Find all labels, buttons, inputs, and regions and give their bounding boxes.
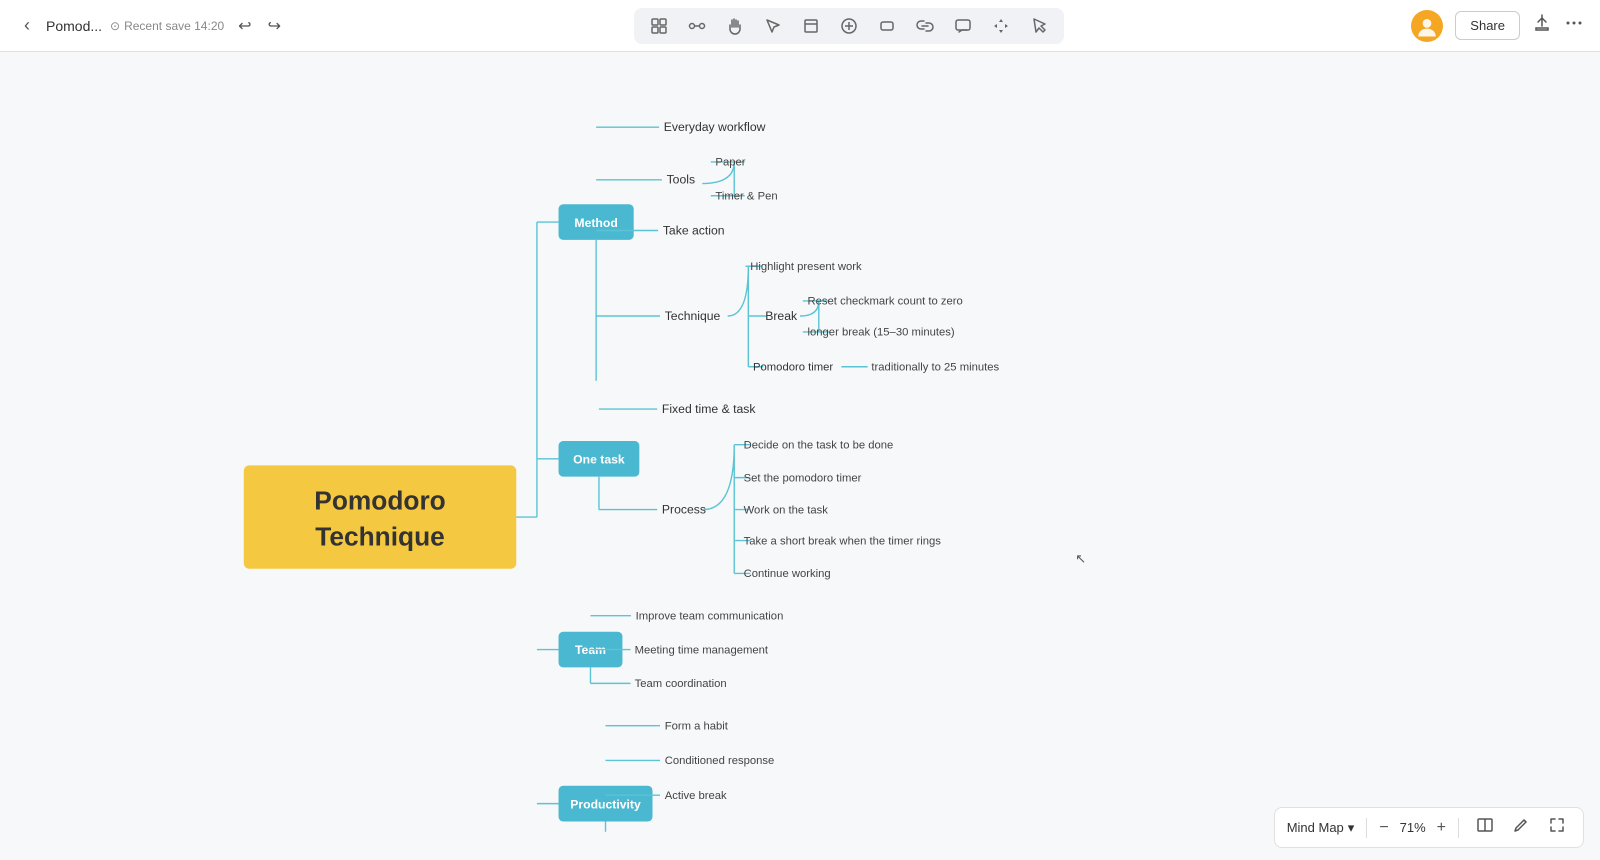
- highlight-label: Highlight present work: [750, 261, 862, 273]
- set-timer-label: Set the pomodoro timer: [744, 472, 862, 484]
- traditionally-label: traditionally to 25 minutes: [871, 362, 999, 374]
- divider: [1366, 818, 1367, 838]
- take-action-label: Take action: [663, 223, 725, 237]
- top-bar: ‹ Pomod... ⊙ Recent save 14:20 ↩ ↪: [0, 0, 1600, 52]
- avatar: [1411, 10, 1443, 42]
- export-button[interactable]: [1532, 13, 1552, 38]
- meeting-time-label: Meeting time management: [635, 644, 769, 656]
- share-button[interactable]: Share: [1455, 11, 1520, 40]
- select-tool-button[interactable]: [642, 12, 676, 40]
- tools-label: Tools: [667, 173, 696, 187]
- comment-tool-button[interactable]: [946, 12, 980, 40]
- shape-tool-button[interactable]: [870, 12, 904, 40]
- hand-tool-button[interactable]: [718, 12, 752, 40]
- zoom-controls: − 71% +: [1379, 819, 1446, 837]
- undo-button[interactable]: ↩: [232, 12, 257, 40]
- bottom-bar: Mind Map ▾ − 71% +: [1274, 807, 1584, 848]
- back-button[interactable]: ‹: [16, 11, 38, 40]
- break-label: Break: [765, 309, 798, 323]
- process-label: Process: [662, 502, 706, 516]
- continue-working-label: Continue working: [744, 568, 831, 580]
- check-icon: ⊙: [110, 19, 120, 33]
- one-task-label: One task: [573, 453, 625, 467]
- decide-task-label: Decide on the task to be done: [744, 439, 894, 451]
- work-task-label: Work on the task: [744, 504, 829, 516]
- divider2: [1458, 818, 1459, 838]
- form-habit-label: Form a habit: [665, 720, 729, 732]
- method-label: Method: [574, 216, 617, 230]
- fixed-time-label: Fixed time & task: [662, 402, 756, 416]
- move-tool-button[interactable]: [984, 12, 1018, 40]
- technique-label: Technique: [665, 309, 721, 323]
- link-tool-button[interactable]: [908, 12, 942, 40]
- active-break-label: Active break: [665, 790, 727, 802]
- redo-button[interactable]: ↪: [262, 12, 287, 40]
- timer-pen-label: Timer & Pen: [715, 191, 777, 203]
- productivity-label: Productivity: [570, 797, 641, 811]
- paper-label: Paper: [715, 157, 745, 169]
- document-title: Pomod...: [46, 18, 102, 34]
- frame-tool-button[interactable]: [794, 12, 828, 40]
- topbar-right: Share: [1411, 10, 1584, 42]
- topbar-left: ‹ Pomod... ⊙ Recent save 14:20 ↩ ↪: [16, 11, 287, 40]
- cursor-position: ↖: [1075, 551, 1086, 566]
- improve-team-label: Improve team communication: [636, 610, 784, 622]
- mode-selector[interactable]: Mind Map ▾: [1287, 820, 1355, 836]
- root-label-line1: Pomodoro: [314, 486, 445, 516]
- chevron-down-icon: ▾: [1348, 820, 1355, 836]
- toolbar: [634, 8, 1064, 44]
- zoom-in-button[interactable]: +: [1437, 819, 1446, 837]
- cursor-tool-button[interactable]: [1022, 12, 1056, 40]
- more-button[interactable]: [1564, 13, 1584, 38]
- root-label-line2: Technique: [315, 521, 445, 551]
- save-info: ⊙ Recent save 14:20: [110, 19, 224, 33]
- reset-checkmark-label: Reset checkmark count to zero: [808, 296, 963, 308]
- split-view-button[interactable]: [1471, 814, 1499, 841]
- undo-redo-group: ↩ ↪: [232, 12, 287, 40]
- fullscreen-button[interactable]: [1543, 814, 1571, 841]
- zoom-out-button[interactable]: −: [1379, 819, 1388, 837]
- mode-label-text: Mind Map: [1287, 820, 1344, 835]
- short-break-label: Take a short break when the timer rings: [744, 535, 942, 547]
- conditioned-response-label: Conditioned response: [665, 755, 775, 767]
- pen-button[interactable]: [1507, 814, 1535, 841]
- everyday-workflow-label: Everyday workflow: [664, 120, 766, 134]
- add-tool-button[interactable]: [832, 12, 866, 40]
- longer-break-label: longer break (15–30 minutes): [808, 327, 955, 339]
- root-node: [244, 465, 516, 568]
- pointer-tool-button[interactable]: [756, 12, 790, 40]
- connect-tool-button[interactable]: [680, 12, 714, 40]
- mindmap-svg: .node-text { font-family: -apple-system,…: [0, 52, 1600, 860]
- pomodoro-timer-label: Pomodoro timer: [753, 362, 833, 374]
- zoom-level-display: 71%: [1395, 820, 1431, 835]
- team-coord-label: Team coordination: [635, 678, 727, 690]
- canvas[interactable]: .node-text { font-family: -apple-system,…: [0, 52, 1600, 860]
